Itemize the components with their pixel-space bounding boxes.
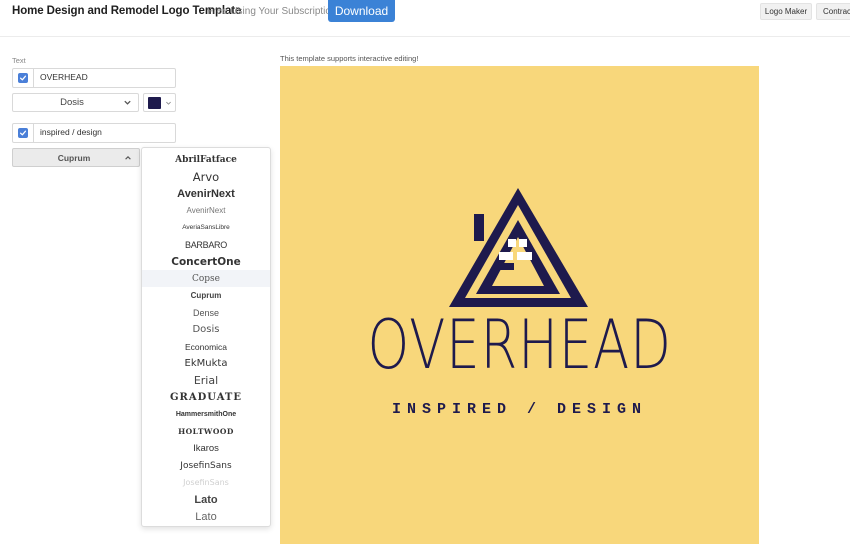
font-option-copse[interactable]: Copse (142, 270, 270, 287)
font-option-josefinsans[interactable]: JosefinSans (142, 457, 270, 474)
line1-font-value: Dosis (60, 97, 84, 108)
logo-brand-name: OVERHEAD (367, 306, 672, 385)
line1-color-select[interactable] (143, 93, 176, 112)
font-dropdown-menu[interactable]: AbrilFatface Arvo AvenirNext AvenirNext … (141, 147, 271, 527)
logo-tagline: INSPIRED / DESIGN (391, 401, 648, 418)
font-option-concertone[interactable]: ConcertOne (142, 253, 270, 270)
top-bar: Home Design and Remodel Logo Template Fr… (0, 0, 850, 37)
font-option-averiasanslibre[interactable]: AveriaSansLibre (142, 219, 270, 236)
text-section-label: Text (12, 56, 26, 65)
chevron-down-icon (166, 101, 171, 105)
line2-text-row: inspired / design (12, 123, 176, 143)
house-logo-icon (449, 188, 588, 307)
download-button[interactable]: Download (328, 0, 395, 22)
line1-text-input[interactable]: OVERHEAD (40, 72, 88, 82)
font-option-holtwood[interactable]: HOLTWOOD (142, 423, 270, 440)
chevron-down-icon (124, 100, 131, 105)
line1-text-row: OVERHEAD (12, 68, 176, 88)
font-option-lato-bold[interactable]: Lato (142, 491, 270, 508)
line2-checkbox[interactable] (13, 124, 34, 142)
font-option-hammersmithone[interactable]: HammersmithOne (142, 406, 270, 423)
editing-hint: This template supports interactive editi… (280, 54, 419, 63)
line2-font-value: Cuprum (57, 153, 91, 163)
checkmark-icon (18, 128, 28, 138)
font-option-dosis[interactable]: Dosis (142, 321, 270, 338)
line2-font-select[interactable]: Cuprum (12, 148, 140, 167)
font-option-avenirnext-bold[interactable]: AvenirNext (142, 185, 270, 202)
font-option-barbaro[interactable]: BARBARO (142, 236, 270, 253)
line1-font-select[interactable]: Dosis (12, 93, 139, 112)
logo-maker-button[interactable]: Logo Maker (760, 3, 812, 20)
color-swatch (148, 97, 161, 109)
font-option-graduate[interactable]: GRADUATE (142, 389, 270, 406)
font-option-economica[interactable]: Economica (142, 338, 270, 355)
contract-button[interactable]: Contract (816, 3, 850, 20)
font-option-abrilfatface[interactable]: AbrilFatface (142, 151, 270, 168)
subscription-note: Free Using Your Subscription! (207, 6, 340, 17)
font-option-ekmukta[interactable]: EkMukta (142, 355, 270, 372)
font-option-josefinsans-light[interactable]: JosefinSans (142, 474, 270, 491)
font-option-erial[interactable]: Erial (142, 372, 270, 389)
font-option-ikaros[interactable]: Ikaros (142, 440, 270, 457)
font-option-lato[interactable]: Lato (142, 508, 270, 525)
line2-text-input[interactable]: inspired / design (40, 127, 102, 137)
checkmark-icon (18, 73, 28, 83)
font-option-arvo[interactable]: Arvo (142, 168, 270, 185)
font-option-dense[interactable]: Dense (142, 304, 270, 321)
font-option-avenirnext-light[interactable]: AvenirNext (142, 202, 270, 219)
line1-checkbox[interactable] (13, 69, 34, 87)
chevron-up-icon (125, 156, 131, 160)
logo-preview-canvas[interactable]: OVERHEAD INSPIRED / DESIGN (280, 66, 759, 544)
font-option-cuprum[interactable]: Cuprum (142, 287, 270, 304)
